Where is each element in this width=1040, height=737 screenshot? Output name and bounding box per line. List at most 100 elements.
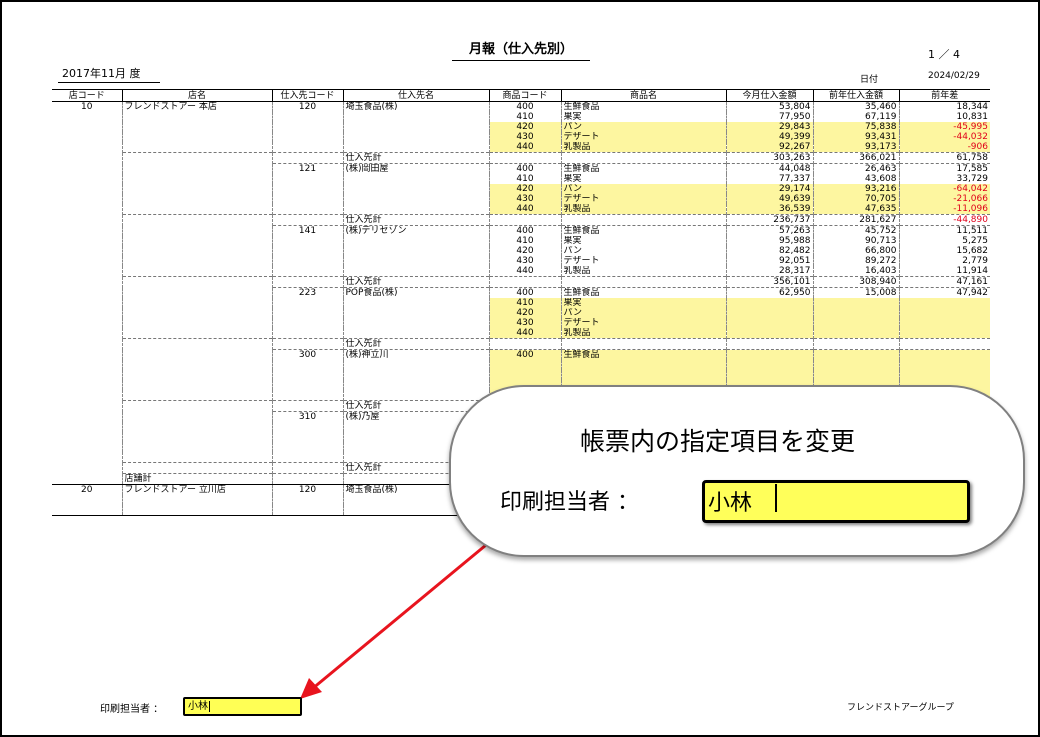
table-row: 420 パン <box>52 308 990 318</box>
cell-difference: -11,096 <box>899 204 990 215</box>
cell-current-amount: 95,988 <box>726 236 814 246</box>
date-value: 2024/02/29 <box>928 71 980 81</box>
cell-current-amount: 236,737 <box>726 214 814 226</box>
cell-store-name <box>122 328 273 339</box>
cell-supplier-name: (株)岡田屋 <box>343 163 490 174</box>
cell-supplier-code <box>272 452 344 463</box>
cell-supplier-name <box>343 122 490 132</box>
cell-prev-amount: 15,008 <box>813 287 900 298</box>
cell-store-code: 20 <box>52 484 123 495</box>
cell-supplier-name <box>343 390 490 401</box>
header-current-amount: 今月仕入金額 <box>726 89 814 102</box>
header-supplier-name: 仕入先名 <box>343 89 490 102</box>
cell-difference <box>899 338 990 350</box>
cell-store-code <box>52 122 123 132</box>
cell-supplier-code: 120 <box>272 484 344 495</box>
cell-supplier-code <box>272 174 344 184</box>
cell-current-amount <box>726 338 814 350</box>
cell-store-code <box>52 163 123 174</box>
cell-product-code <box>489 360 562 370</box>
cell-difference: 15,682 <box>956 246 989 256</box>
cell-store-name <box>122 174 273 184</box>
cell-store-name <box>122 298 273 308</box>
cell-difference: 17,585 <box>899 163 990 174</box>
cell-supplier-code <box>272 360 344 370</box>
cell-store-code <box>52 256 123 266</box>
cell-store-name <box>122 276 273 288</box>
cell-difference: 33,729 <box>956 174 989 184</box>
cell-product-code <box>489 214 562 226</box>
table-row: 440 乳製品 36,539 47,635 -11,096 <box>52 204 990 215</box>
cell-supplier-name <box>343 236 490 246</box>
cell-supplier-name <box>343 328 490 339</box>
cell-supplier-name <box>343 174 490 184</box>
cell-product-code: 400 <box>489 225 562 236</box>
cell-product-name: 乳製品 <box>561 204 727 215</box>
cell-product-code: 430 <box>489 318 562 328</box>
cell-store-code <box>52 370 123 380</box>
table-header-row: 店コード 店名 仕入先コード 仕入先名 商品コード 商品名 今月仕入金額 前年仕… <box>52 89 990 102</box>
table-row: 223 POP食品(株) 400 生鮮食品 62,950 15,008 47,942 <box>52 287 990 298</box>
cell-supplier-name <box>343 360 490 370</box>
cell-current-amount: 356,101 <box>726 276 814 288</box>
cell-product-name: 乳製品 <box>561 266 727 277</box>
cell-product-code: 400 <box>489 349 562 360</box>
callout-print-staff-value: 小林 <box>708 491 753 516</box>
cell-supplier-code <box>272 442 344 452</box>
cell-store-name <box>122 400 273 412</box>
cell-current-amount: 77,950 <box>726 112 814 122</box>
footer-print-staff-field[interactable]: 小林 <box>183 697 302 716</box>
cell-supplier-name <box>343 308 490 318</box>
cell-store-name: フレンドストアー 立川店 <box>122 484 273 495</box>
cell-difference: 10,831 <box>956 112 989 122</box>
cell-current-amount: 57,263 <box>726 225 814 236</box>
cell-store-name <box>122 152 273 164</box>
cell-store-code <box>52 308 123 318</box>
cell-prev-amount: 35,460 <box>813 101 900 112</box>
cell-store-code <box>52 142 123 153</box>
cell-product-name: パン <box>561 308 727 318</box>
cell-store-code <box>52 452 123 463</box>
cell-product-code: 420 <box>489 308 562 318</box>
cell-store-code: 10 <box>52 101 123 112</box>
header-product-code: 商品コード <box>489 89 562 102</box>
table-row: 440 乳製品 28,317 16,403 11,914 <box>52 266 990 277</box>
cell-product-name <box>561 338 727 350</box>
cell-store-code <box>52 236 123 246</box>
cell-store-code <box>52 204 123 215</box>
cell-difference: 11,914 <box>956 266 989 276</box>
supplier-subtotal-row: 仕入先計 236,737 281,627 -44,890 <box>52 214 990 226</box>
cell-product-name: 果実 <box>561 236 727 246</box>
cell-supplier-code <box>272 132 344 142</box>
header-store-code: 店コード <box>52 89 123 102</box>
cell-supplier-name: 仕入先計 <box>343 214 490 226</box>
cell-product-code <box>489 276 562 288</box>
cell-store-name <box>122 390 273 401</box>
cell-difference: 2,779 <box>962 256 988 266</box>
cell-store-name <box>122 308 273 318</box>
cell-supplier-code <box>272 328 344 339</box>
cell-supplier-code: 300 <box>272 349 344 360</box>
cell-store-code <box>52 390 123 401</box>
cell-product-name: 果実 <box>561 174 727 184</box>
cell-current-amount: 77,337 <box>726 174 814 184</box>
cell-store-code <box>52 338 123 350</box>
cell-store-code <box>52 246 123 256</box>
cell-store-name <box>122 112 273 122</box>
cell-supplier-name: (株)デリセゾン <box>343 225 490 236</box>
cell-prev-amount <box>813 308 900 318</box>
cell-store-code <box>52 194 123 204</box>
cell-supplier-code: 223 <box>272 287 344 298</box>
cell-current-amount <box>726 308 814 318</box>
cell-supplier-code <box>272 473 344 485</box>
table-row <box>52 360 990 370</box>
cell-product-code: 410 <box>489 236 562 246</box>
cell-store-code <box>52 328 123 339</box>
header-prev-amount: 前年仕入金額 <box>813 89 900 102</box>
cell-current-amount <box>726 298 814 308</box>
cell-supplier-name <box>343 112 490 122</box>
cell-store-name <box>122 122 273 132</box>
cell-current-amount: 28,317 <box>726 266 814 277</box>
cell-store-name <box>122 380 273 390</box>
cell-store-name <box>122 452 273 463</box>
